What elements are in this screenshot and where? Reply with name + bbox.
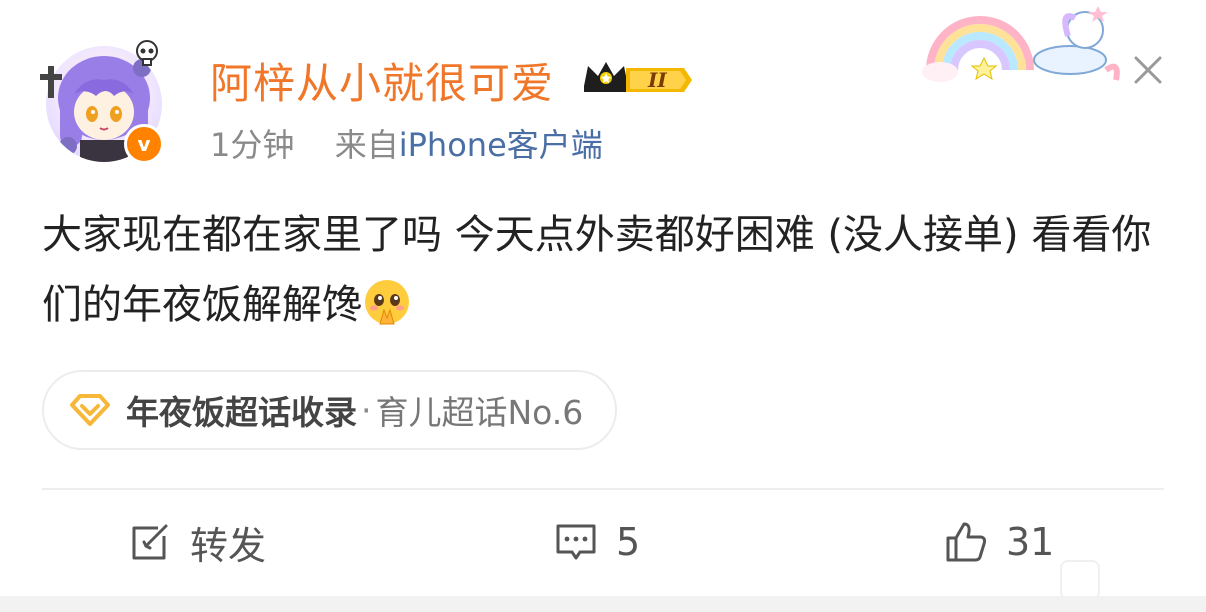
- post-body: 大家现在都在家里了吗 今天点外卖都好困难 (没人接单) 看看你们的年夜饭解解馋: [42, 200, 1162, 340]
- vip-badge[interactable]: II: [580, 56, 695, 100]
- watermark-icon: [1060, 560, 1100, 600]
- vip-level-text: II: [647, 68, 667, 92]
- thumbs-up-icon: [946, 522, 987, 562]
- bottom-strip: [0, 596, 1206, 612]
- post-meta: 1分钟 来自iPhone客户端: [210, 120, 603, 166]
- topic-rank: 育儿超话No.6: [375, 393, 584, 432]
- close-button[interactable]: [1126, 48, 1170, 92]
- cross-icon: [40, 66, 62, 98]
- comment-count: 5: [616, 520, 641, 564]
- weibo-post-card: v 阿梓从小就很可爱 II 1分钟 来自iPhone客户端 大家现在都在家里了吗…: [0, 0, 1206, 612]
- decoration-rainbow-unicorn: [920, 0, 1120, 90]
- repost-button[interactable]: 转发: [128, 512, 266, 572]
- super-topic-pill[interactable]: 年夜饭超话收录 · 育儿超话No.6: [42, 370, 618, 450]
- like-button[interactable]: 31: [944, 512, 1054, 572]
- divider: [42, 488, 1164, 490]
- avatar[interactable]: v: [36, 28, 170, 168]
- post-text: 大家现在都在家里了吗 今天点外卖都好困难 (没人接单) 看看你们的年夜饭解解馋: [42, 212, 1152, 328]
- source-link[interactable]: iPhone客户端: [399, 126, 603, 164]
- like-count: 31: [1006, 520, 1055, 564]
- skull-icon: [136, 40, 158, 66]
- diamond-icon: [70, 394, 110, 426]
- topic-name: 年夜饭超话收录: [126, 393, 357, 432]
- source-prefix: 来自: [334, 126, 399, 164]
- comment-button[interactable]: 5: [554, 512, 640, 572]
- verified-v-icon: v: [137, 132, 151, 156]
- verified-badge: v: [124, 124, 164, 164]
- comment-icon: [556, 524, 596, 560]
- close-icon: [1134, 56, 1162, 84]
- repost-icon: [132, 524, 168, 560]
- repost-label: 转发: [190, 523, 267, 568]
- username[interactable]: 阿梓从小就很可爱: [210, 50, 554, 111]
- pleading-face-emoji: [365, 280, 409, 325]
- topic-separator: ·: [361, 390, 372, 430]
- timestamp: 1分钟: [210, 126, 295, 164]
